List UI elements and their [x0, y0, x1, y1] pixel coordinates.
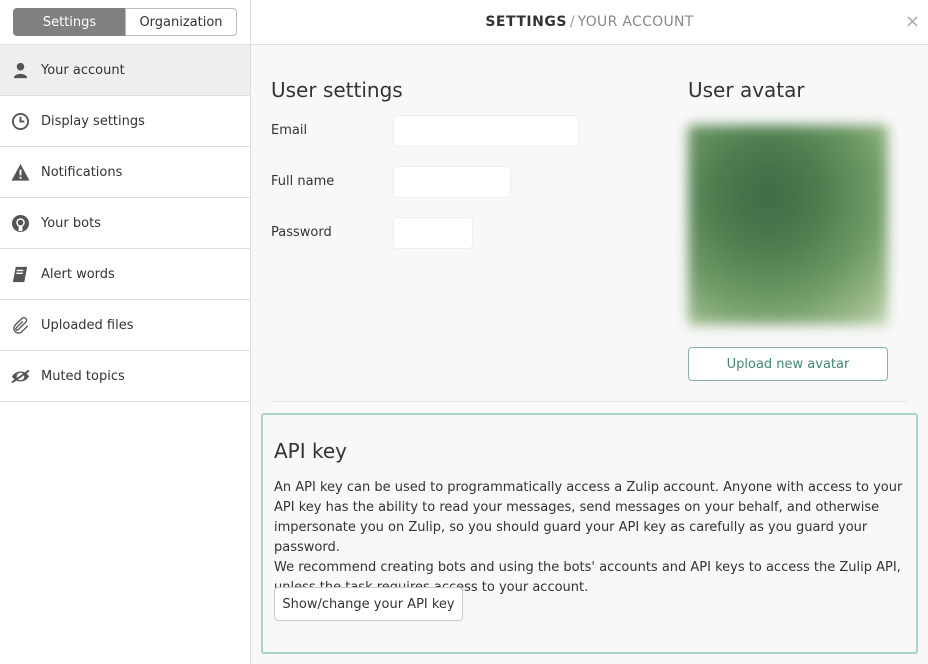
settings-header: SETTINGS / YOUR ACCOUNT ×: [251, 0, 928, 45]
full-name-field[interactable]: [393, 166, 511, 198]
api-key-title: API key: [274, 439, 348, 463]
email-label: Email: [271, 123, 308, 138]
warning-icon: [10, 162, 30, 182]
sidebar-item-your-bots[interactable]: Your bots: [0, 198, 250, 249]
avatar-image[interactable]: [688, 125, 888, 325]
eye-slash-icon: [10, 366, 30, 386]
upload-avatar-button[interactable]: Upload new avatar: [688, 347, 888, 381]
paperclip-icon: [10, 315, 30, 335]
book-icon: [10, 264, 30, 284]
sidebar-item-notifications[interactable]: Notifications: [0, 147, 250, 198]
sidebar-item-label: Alert words: [41, 266, 115, 282]
user-avatar-title: User avatar: [688, 78, 805, 102]
header-title-strong: SETTINGS: [485, 14, 567, 30]
sidebar-item-your-account[interactable]: Your account: [0, 45, 250, 96]
sidebar-item-label: Muted topics: [41, 368, 125, 384]
email-field[interactable]: [393, 115, 579, 147]
header-title-rest: YOUR ACCOUNT: [577, 14, 694, 30]
sidebar-item-label: Notifications: [41, 164, 123, 180]
api-key-section: API key An API key can be used to progra…: [261, 413, 918, 654]
sidebar-item-alert-words[interactable]: Alert words: [0, 249, 250, 300]
close-icon[interactable]: ×: [905, 11, 920, 32]
sidebar-item-label: Your bots: [41, 215, 101, 231]
settings-tab-switcher: Settings Organization: [0, 0, 250, 45]
section-divider: [271, 401, 907, 402]
settings-sidebar: Settings Organization Your account Displ…: [0, 0, 251, 664]
github-icon: [10, 213, 30, 233]
sidebar-item-display-settings[interactable]: Display settings: [0, 96, 250, 147]
full-name-label: Full name: [271, 174, 335, 189]
api-key-description-paragraph-1: An API key can be used to programmatical…: [274, 480, 903, 555]
sidebar-item-uploaded-files[interactable]: Uploaded files: [0, 300, 250, 351]
clock-icon: [10, 111, 30, 131]
sidebar-item-label: Display settings: [41, 113, 145, 129]
user-icon: [10, 60, 30, 80]
sidebar-item-label: Uploaded files: [41, 317, 134, 333]
sidebar-item-muted-topics[interactable]: Muted topics: [0, 351, 250, 402]
tab-settings[interactable]: Settings: [13, 8, 126, 36]
tab-organization[interactable]: Organization: [125, 8, 237, 36]
password-field[interactable]: [393, 217, 473, 249]
user-settings-title: User settings: [271, 78, 403, 102]
settings-main-panel: User settings Email Full name Password U…: [251, 45, 928, 664]
api-key-description: An API key can be used to programmatical…: [274, 478, 904, 598]
show-change-api-key-button[interactable]: Show/change your API key: [274, 587, 463, 621]
header-separator: /: [569, 14, 575, 30]
password-label: Password: [271, 225, 332, 240]
sidebar-item-label: Your account: [41, 62, 125, 78]
